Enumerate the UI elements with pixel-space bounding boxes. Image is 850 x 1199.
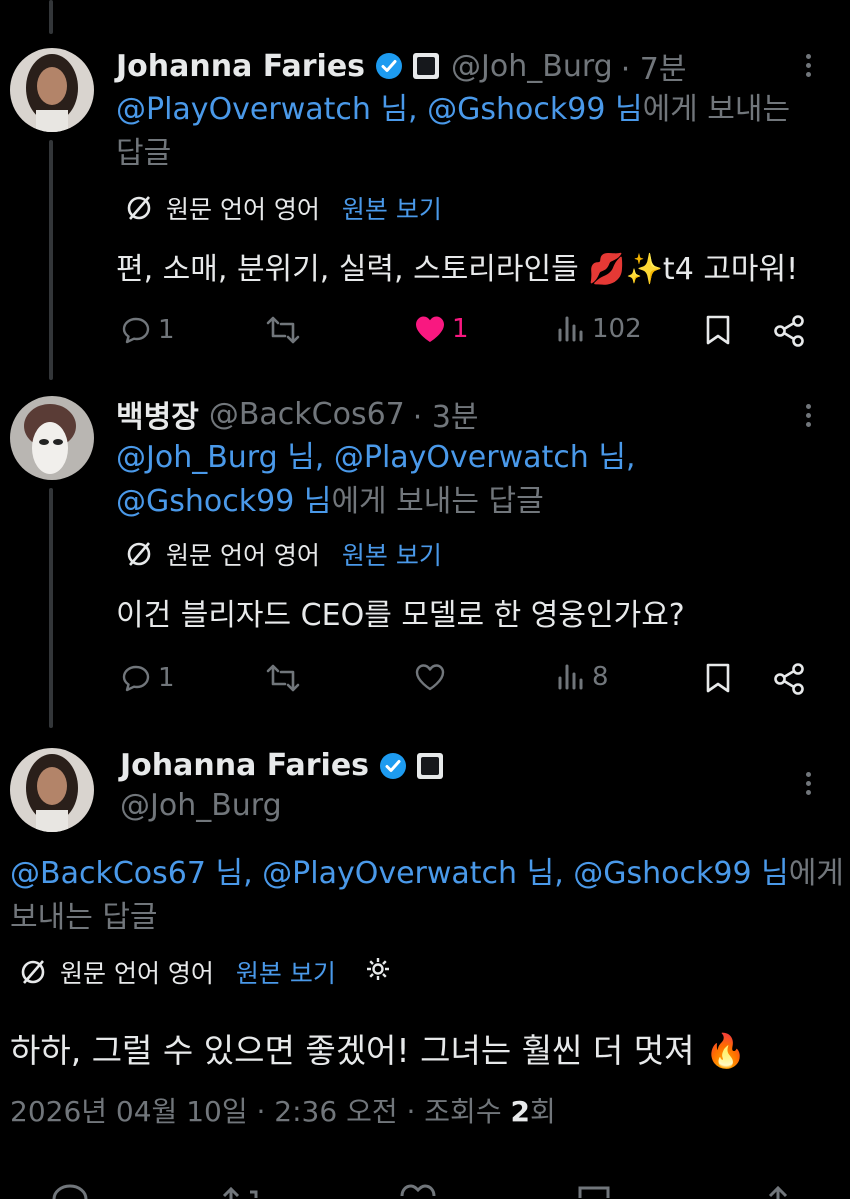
mention-link[interactable]: @PlayOverwatch 님, [116, 92, 418, 127]
display-name[interactable]: 백병장 [116, 392, 199, 436]
share-icon [768, 1185, 788, 1199]
bookmark-button[interactable] [576, 1182, 612, 1199]
handle[interactable]: @Joh_Burg [451, 49, 613, 84]
like-button[interactable] [414, 662, 452, 692]
handle[interactable]: @BackCos67 [209, 397, 405, 432]
reply-button[interactable] [50, 1182, 90, 1199]
display-name[interactable]: Johanna Faries [120, 748, 369, 783]
translate-icon [127, 542, 151, 566]
retweet-button[interactable] [220, 1182, 264, 1199]
display-name[interactable]: Johanna Faries [116, 49, 365, 84]
retweet-icon [266, 664, 300, 692]
views-button[interactable]: 8 [556, 662, 609, 692]
views-icon [558, 664, 583, 690]
bookmark-icon [706, 663, 730, 693]
share-button[interactable] [772, 314, 806, 348]
show-original-link[interactable]: 원본 보기 [342, 190, 442, 226]
reply-icon [52, 1184, 88, 1199]
bookmark-button[interactable] [704, 662, 732, 694]
avatar[interactable] [10, 748, 94, 832]
reply-context-text: 에게 보내는 [642, 92, 791, 127]
retweet-button[interactable] [265, 314, 307, 346]
bookmark-icon [706, 315, 730, 345]
bookmark-icon [578, 1186, 610, 1198]
reply-button[interactable]: 1 [120, 314, 175, 346]
retweet-icon [222, 1186, 258, 1199]
translate-label: 원문 언어 영어 [166, 195, 320, 224]
views-suffix: 회 [529, 1095, 556, 1128]
bookmark-button[interactable] [704, 314, 732, 346]
reply-context: @BackCos67 님, @PlayOverwatch 님, @Gshock9… [10, 852, 844, 940]
timestamp[interactable]: · 3분 [413, 392, 479, 436]
main-action-bar [0, 1182, 850, 1199]
handle[interactable]: @Joh_Burg [120, 788, 282, 823]
tweet-meta: 2026년 04월 10일 · 2:36 오전 · 조회수 2회 [10, 1090, 556, 1130]
timestamp[interactable]: · 7분 [621, 44, 687, 88]
reply-context-text: 에게 보내는 답글 [331, 484, 544, 519]
avatar[interactable] [10, 48, 94, 132]
translation-bar: 원문 언어 영어 원본 보기 [124, 190, 442, 226]
views-icon [558, 316, 583, 342]
thread-line [49, 0, 53, 34]
translate-icon [21, 960, 45, 984]
reply-context: @PlayOverwatch 님, @Gshock99 님에게 보내는 답글 [116, 88, 790, 176]
more-icon[interactable] [803, 768, 813, 799]
mention-link[interactable]: @BackCos67 님, @PlayOverwatch 님, @Gshock9… [10, 856, 789, 891]
like-icon [416, 316, 444, 342]
more-icon[interactable] [803, 400, 813, 431]
reply-context: @Joh_Burg 님, @PlayOverwatch 님, @Gshock99… [116, 436, 635, 524]
like-icon [400, 1184, 436, 1197]
tweet-text: 편, 소매, 분위기, 실력, 스토리라인들 💋✨t4 고마워! [116, 252, 799, 287]
affiliate-badge-icon[interactable] [417, 752, 444, 779]
like-count: 1 [452, 314, 469, 344]
settings-icon[interactable] [364, 955, 392, 989]
views-count: 102 [592, 314, 642, 344]
translation-bar: 원문 언어 영어 원본 보기 [18, 954, 392, 990]
mention-link[interactable]: @Gshock99 님 [116, 484, 331, 519]
mention-link[interactable]: @Joh_Burg 님, @PlayOverwatch 님, [116, 436, 635, 480]
tweet-timestamp[interactable]: 2026년 04월 10일 · 2:36 오전 · 조회수 [10, 1095, 510, 1128]
verified-badge-icon [375, 52, 403, 80]
share-icon [774, 315, 804, 347]
views-count: 2 [510, 1095, 530, 1128]
translate-label: 원문 언어 영어 [166, 541, 320, 570]
share-button[interactable] [772, 662, 806, 696]
reply-count: 1 [158, 663, 175, 693]
more-icon[interactable] [803, 50, 813, 81]
reply-icon [122, 665, 150, 692]
share-icon [774, 663, 804, 695]
reply-button[interactable]: 1 [120, 662, 175, 694]
action-bar: 1 8 [0, 662, 850, 702]
avatar[interactable] [10, 396, 94, 480]
views-button[interactable]: 102 [556, 314, 642, 344]
translate-label: 원문 언어 영어 [60, 959, 214, 988]
retweet-button[interactable] [265, 662, 307, 694]
translation-bar: 원문 언어 영어 원본 보기 [124, 536, 442, 572]
translate-icon [127, 196, 151, 220]
retweet-icon [266, 316, 300, 344]
affiliate-badge-icon[interactable] [413, 53, 440, 79]
mention-link[interactable]: @Gshock99 님 [418, 92, 642, 127]
main-tweet-text: 하하, 그럴 수 있으면 좋겠어! 그녀는 훨씬 더 멋져 🔥 [10, 1031, 747, 1070]
show-original-link[interactable]: 원본 보기 [236, 954, 336, 990]
reply-context-text: 답글 [116, 136, 172, 171]
tweet-text: 이건 블리자드 CEO를 모델로 한 영웅인가요? [116, 598, 685, 633]
share-button[interactable] [760, 1182, 796, 1199]
show-original-link[interactable]: 원본 보기 [342, 536, 442, 572]
reply-context-text: 에게 [788, 856, 844, 891]
reply-icon [122, 317, 150, 344]
verified-badge-icon [379, 752, 407, 780]
like-icon [415, 664, 445, 691]
like-button[interactable] [398, 1182, 438, 1199]
like-button[interactable]: 1 [414, 314, 469, 344]
reply-context-text: 보내는 답글 [10, 900, 158, 935]
action-bar: 1 1 102 [0, 314, 850, 354]
reply-count: 1 [158, 315, 175, 345]
views-count: 8 [592, 662, 609, 692]
